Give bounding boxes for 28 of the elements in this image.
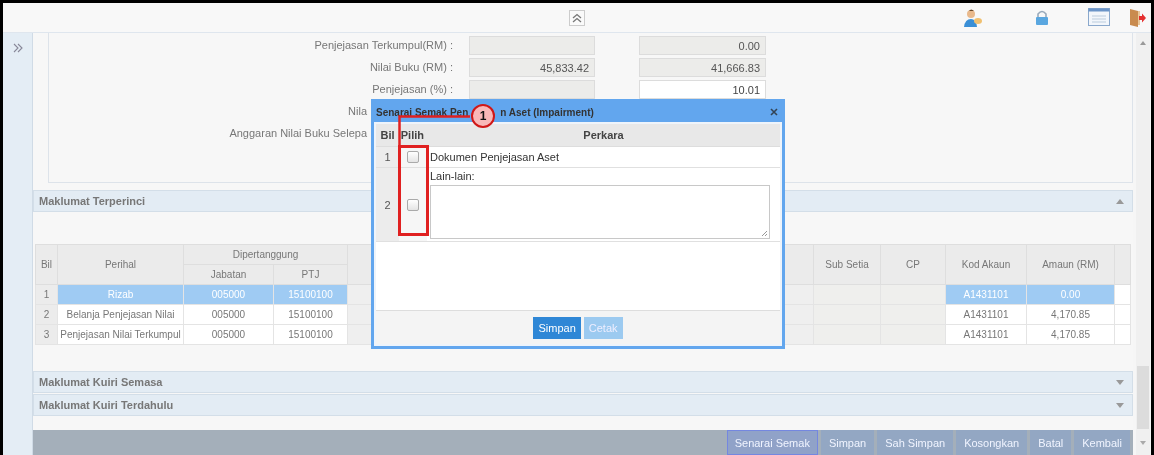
column-header: Perkara [582,129,625,141]
checklist-item: Dokumen Penjejasan Aset [430,151,561,163]
dialog-title: n Aset (Impairment) [500,106,594,118]
row-number: 2 [376,168,399,241]
column-group-header: Dipertanggung [183,244,348,265]
row-number: 1 [35,284,58,305]
input-field: 45,833.42 [469,57,595,77]
column-header: Bil [35,244,58,285]
field-label: Anggaran Nilai Buku Selepa [228,127,367,139]
field-label: Lain-lain: [430,170,476,182]
column-header: CP [880,244,946,285]
field-label: Penjejasan Terkumpul(RM) : [313,39,454,51]
column-header: Kod Akaun [945,244,1027,285]
column-header: Pilih [399,129,425,141]
field-label: Penjejasan (%) : [371,83,454,95]
column-header: Perihal [57,244,184,285]
row-number: 1 [376,147,399,167]
field-label: Nila [347,105,367,117]
row-number: 3 [35,324,58,345]
input-field: 0.00 [639,35,766,55]
field-label: Nilai Buku (RM) : [368,61,454,73]
row-number: 2 [35,304,58,325]
column-header: Bil [379,129,396,141]
column-header: Sub Setia [813,244,881,285]
dialog-button: Cetak [583,316,623,339]
dialog-title: Senarai Semak Pen [376,106,469,118]
column-header: Amaun (RM) [1026,244,1115,285]
input-field: 41,666.83 [639,57,766,77]
